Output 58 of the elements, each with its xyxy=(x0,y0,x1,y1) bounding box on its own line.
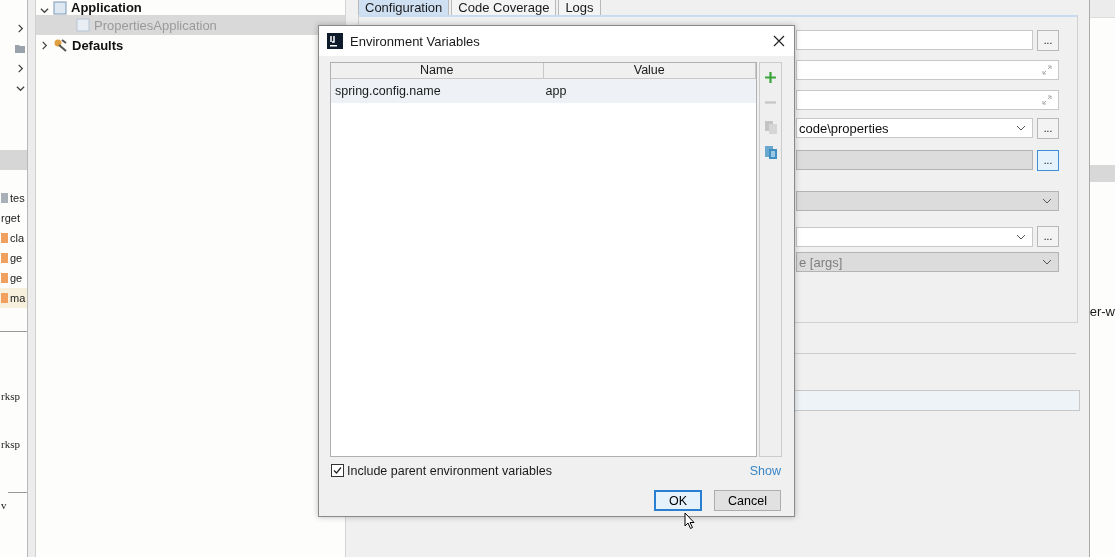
chevron-down-icon[interactable] xyxy=(40,6,49,15)
tab[interactable]: Configuration xyxy=(358,0,450,16)
file-name[interactable]: rget xyxy=(1,212,20,224)
checkbox[interactable] xyxy=(331,464,344,477)
app-icon xyxy=(76,18,90,32)
file-name[interactable]: tes xyxy=(10,192,25,204)
tab[interactable]: Logs xyxy=(558,0,601,16)
text-field[interactable] xyxy=(796,60,1059,80)
truncated-text: er-w xyxy=(1089,304,1115,319)
dialog-title: Environment Variables xyxy=(350,33,481,49)
chevron-down-icon[interactable] xyxy=(16,83,25,93)
table-cell-text: app xyxy=(544,84,568,98)
tab[interactable]: Code Coverage xyxy=(451,0,557,16)
dropdown-icon xyxy=(1016,233,1026,240)
dialog-button[interactable]: OK xyxy=(654,490,702,511)
column-header[interactable]: Name xyxy=(331,63,544,78)
expand-icon[interactable] xyxy=(1042,65,1052,75)
dialog-button[interactable]: Cancel xyxy=(714,490,781,511)
tree-item[interactable]: Defaults xyxy=(72,37,124,53)
field-value: e [args] xyxy=(798,254,843,270)
paste-icon[interactable] xyxy=(762,144,779,160)
file-name[interactable]: cla xyxy=(10,232,25,244)
text-field[interactable] xyxy=(796,30,1033,50)
file-name[interactable]: ge xyxy=(10,272,23,284)
selected-row[interactable] xyxy=(0,150,27,170)
chevron-right-icon[interactable] xyxy=(40,40,49,50)
add-icon[interactable] xyxy=(762,69,779,85)
expand-icon[interactable] xyxy=(1042,95,1052,105)
chevron-right-icon[interactable] xyxy=(16,23,25,33)
checkbox-label[interactable]: Include parent environment variables xyxy=(347,463,552,478)
chevron-right-icon[interactable] xyxy=(16,63,25,73)
folder-icon xyxy=(15,43,25,53)
app-icon xyxy=(53,1,67,15)
file-name[interactable]: ge xyxy=(10,252,23,264)
browse-button[interactable]: ... xyxy=(1037,29,1059,51)
browse-button[interactable]: ... xyxy=(1037,117,1059,139)
show-link[interactable]: Show xyxy=(749,463,781,478)
table-row[interactable]: spring.config.name app xyxy=(331,79,756,103)
app-logo-icon xyxy=(327,33,343,49)
field-value: code\properties xyxy=(798,120,889,136)
selected-row[interactable] xyxy=(1089,165,1115,182)
text-field[interactable] xyxy=(796,90,1059,110)
close-button[interactable] xyxy=(772,34,786,48)
console-text: rksp xyxy=(0,438,20,452)
column-header[interactable]: Value xyxy=(543,63,756,78)
table-cell-text: spring.config.name xyxy=(334,84,442,98)
console-text: v xyxy=(0,499,7,513)
wrench-icon xyxy=(53,38,68,52)
dropdown-icon xyxy=(1042,198,1052,204)
console-text: rksp xyxy=(0,390,20,404)
dropdown-icon xyxy=(1042,259,1052,265)
tree-item[interactable]: Application xyxy=(71,0,142,15)
combo-field[interactable] xyxy=(796,226,1033,247)
mouse-cursor-icon xyxy=(684,512,696,530)
text-field[interactable] xyxy=(794,390,1080,411)
browse-button[interactable]: ... xyxy=(1037,226,1059,247)
dropdown-icon xyxy=(1016,125,1026,131)
combo-field[interactable]: code\properties xyxy=(796,118,1033,138)
